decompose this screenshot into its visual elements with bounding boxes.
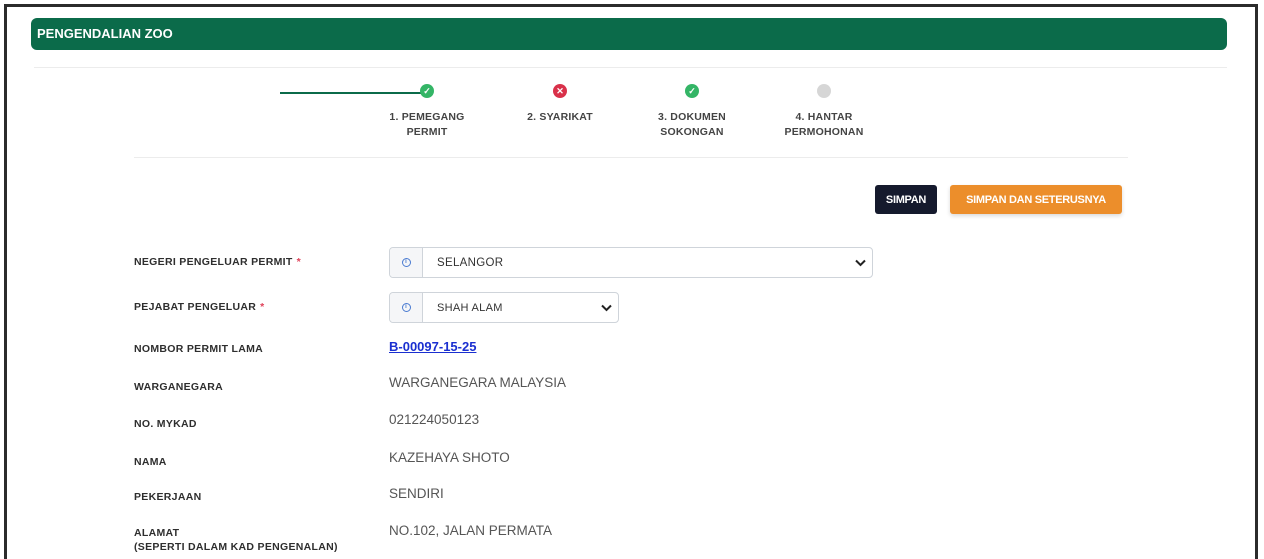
step-label: 2. SYARIKAT	[527, 111, 593, 123]
warganegara-label: WARGANEGARA	[134, 381, 224, 393]
check-icon: ✓	[685, 84, 699, 98]
chevron-down-icon	[848, 259, 872, 267]
save-button[interactable]: SIMPAN	[875, 185, 937, 214]
save-and-next-button[interactable]: SIMPAN DAN SETERUSNYA	[950, 185, 1122, 214]
required-marker: *	[296, 256, 301, 268]
info-icon: i	[401, 258, 411, 267]
step-pemegang-permit[interactable]: ✓ 1. PEMEGANG PERMIT	[367, 84, 487, 140]
divider	[134, 157, 1128, 158]
info-icon: i	[401, 303, 411, 312]
info-addon: i	[390, 248, 423, 277]
step-label: SOKONGAN	[660, 126, 724, 138]
pekerjaan-label: PEKERJAAN	[134, 491, 202, 503]
mykad-value: 021224050123	[389, 412, 480, 427]
alamat-label: ALAMAT (SEPERTI DALAM KAD PENGENALAN)	[134, 527, 338, 553]
nama-label: NAMA	[134, 456, 167, 468]
mykad-label: NO. MYKAD	[134, 418, 197, 430]
step-hantar-permohonan[interactable]: 4. HANTAR PERMOHONAN	[764, 84, 884, 140]
step-dokumen-sokongan[interactable]: ✓ 3. DOKUMEN SOKONGAN	[632, 84, 752, 140]
negeri-label: NEGERI PENGELUAR PERMIT *	[134, 256, 301, 268]
chevron-down-icon	[594, 304, 618, 312]
step-label: 3. DOKUMEN	[658, 111, 726, 123]
alamat-value: NO.102, JALAN PERMATA	[389, 523, 553, 538]
pejabat-select[interactable]: i SHAH ALAM	[389, 292, 619, 323]
required-marker: *	[260, 301, 265, 313]
pejabat-selected-value: SHAH ALAM	[437, 301, 503, 314]
check-icon: ✓	[420, 84, 434, 98]
negeri-selected-value: SELANGOR	[437, 256, 504, 269]
pending-circle-icon	[817, 84, 831, 98]
pejabat-label: PEJABAT PENGELUAR *	[134, 301, 265, 313]
page-title: PENGENDALIAN ZOO	[37, 26, 173, 41]
error-icon: ✕	[553, 84, 567, 98]
warganegara-value: WARGANEGARA MALAYSIA	[389, 375, 567, 390]
info-addon: i	[390, 293, 423, 322]
step-label: 4. HANTAR	[795, 111, 853, 123]
nama-value: KAZEHAYA SHOTO	[389, 450, 510, 465]
step-syarikat[interactable]: ✕ 2. SYARIKAT	[500, 84, 620, 125]
negeri-select[interactable]: i SELANGOR	[389, 247, 873, 278]
divider	[34, 67, 1227, 68]
step-label: PERMIT	[406, 126, 448, 138]
step-label: PERMOHONAN	[784, 126, 864, 138]
step-label: 1. PEMEGANG	[389, 111, 465, 123]
app-frame	[4, 4, 1258, 559]
page-header: PENGENDALIAN ZOO	[31, 18, 1227, 50]
permit-lama-link[interactable]: B-00097-15-25	[389, 339, 476, 354]
permit-lama-label: NOMBOR PERMIT LAMA	[134, 343, 264, 355]
pekerjaan-value: SENDIRI	[389, 486, 444, 501]
